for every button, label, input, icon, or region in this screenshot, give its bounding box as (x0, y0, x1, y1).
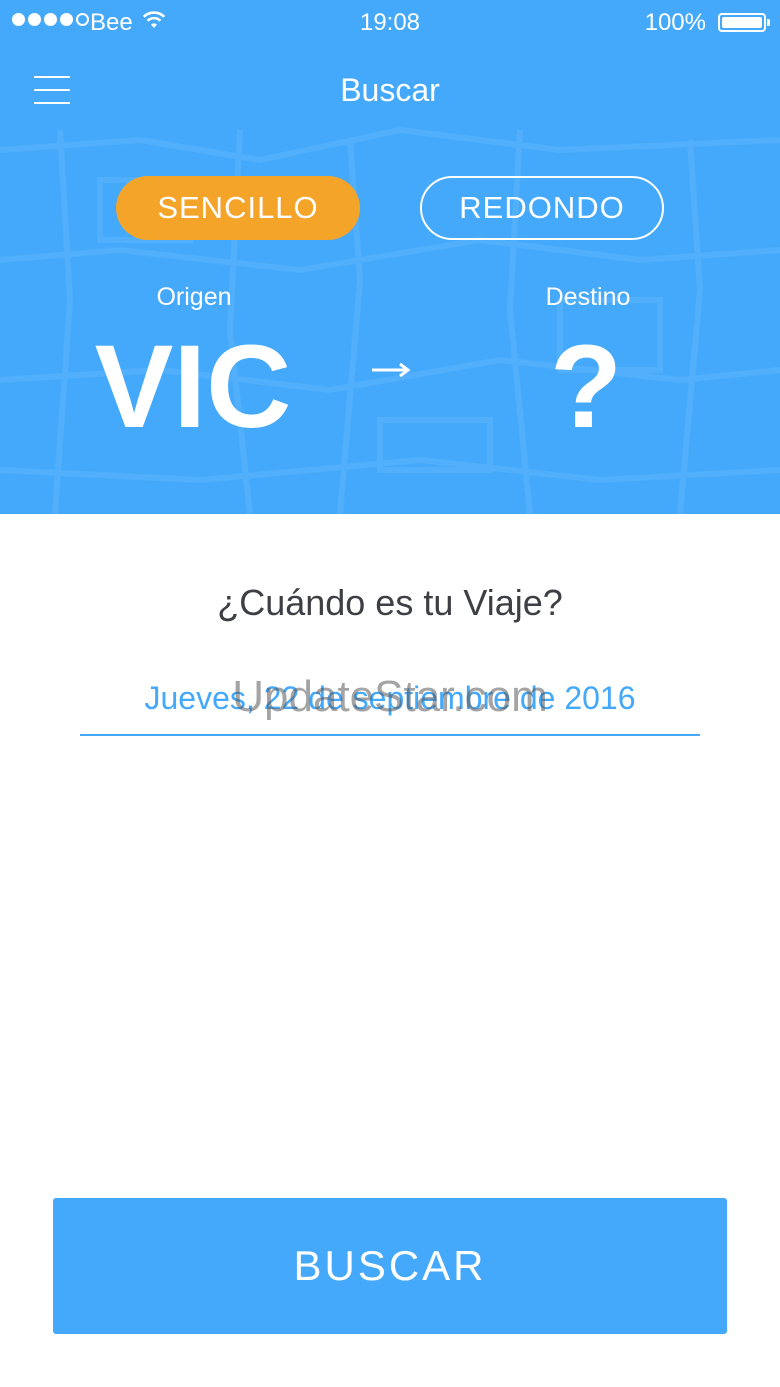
arrow-right-icon (372, 362, 411, 378)
round-trip-button[interactable]: REDONDO (420, 176, 664, 240)
search-button[interactable]: BUSCAR (53, 1198, 727, 1334)
origin-label: Origen (156, 283, 232, 311)
origin-code[interactable]: VIC (43, 322, 343, 452)
destination-code[interactable]: ? (436, 322, 736, 452)
travel-date-question: ¿Cuándo es tu Viaje? (217, 582, 563, 623)
battery-tip (767, 19, 770, 26)
destination-label: Destino (545, 283, 631, 311)
battery-percentage: 100% (644, 9, 706, 36)
page-title: Buscar (340, 72, 440, 108)
one-way-button[interactable]: SENCILLO (116, 176, 360, 240)
battery-icon (718, 13, 766, 32)
search-header: Bee 19:08 100% Buscar SENCILLO REDONDO O… (0, 0, 780, 514)
status-bar: Bee 19:08 100% (0, 0, 780, 46)
travel-date-field[interactable]: Jueves, 22 de septiembre de 2016 (80, 680, 700, 736)
